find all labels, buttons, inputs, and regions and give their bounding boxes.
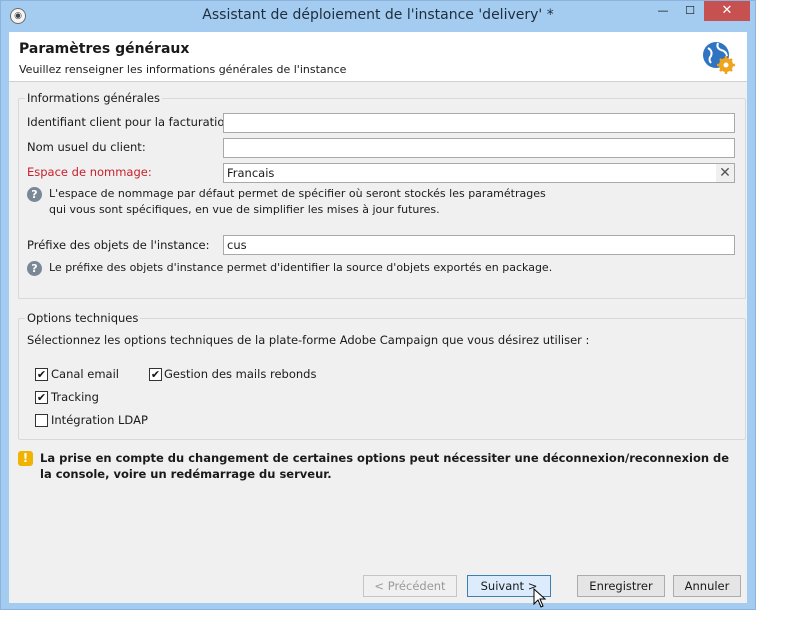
cancel-button[interactable]: Annuler [673,575,741,597]
app-icon: ◉ [10,8,26,24]
prefix-label: Préfixe des objets de l'instance: [27,238,210,252]
billing-id-input[interactable] [223,113,735,133]
billing-id-label: Identifiant client pour la facturation: [27,115,236,129]
namespace-label: Espace de nommage: [27,165,152,179]
close-button[interactable]: ✕ [704,1,750,21]
technical-options-intro: Sélectionnez les options techniques de l… [27,333,590,347]
warning-icon: ! [18,451,33,466]
page-subtitle: Veuillez renseigner les informations gén… [19,63,347,76]
canal-email-checkbox[interactable]: ✔ [35,368,48,381]
globe-gear-icon [703,42,735,74]
tracking-checkbox[interactable]: ✔ [35,391,48,404]
window-title: Assistant de déploiement de l'instance '… [202,7,554,23]
namespace-input[interactable] [223,163,735,183]
wizard-header: Paramètres généraux Veuillez renseigner … [9,32,747,82]
bounce-mails-checkbox[interactable]: ✔ [149,368,162,381]
wizard-window: ◉ Assistant de déploiement de l'instance… [0,0,756,610]
ldap-checkbox[interactable] [35,414,48,427]
maximize-button[interactable]: ☐ [677,1,703,21]
mouse-cursor-icon [533,588,547,608]
minimize-button[interactable]: — [650,1,676,21]
prefix-input[interactable] [223,235,735,255]
help-icon: ? [27,261,42,276]
customer-name-label: Nom usuel du client: [27,140,146,154]
prefix-help-text: Le préfixe des objets d'instance permet … [49,261,553,274]
previous-button[interactable]: < Précédent [363,575,457,597]
ldap-label[interactable]: Intégration LDAP [51,413,148,427]
tracking-label[interactable]: Tracking [51,390,99,404]
bounce-mails-label[interactable]: Gestion des mails rebonds [164,367,316,381]
technical-options-legend: Options techniques [27,311,139,325]
help-icon: ? [27,187,42,202]
namespace-help-line-2: qui vous sont spécifiques, en vue de sim… [49,203,440,216]
canal-email-label[interactable]: Canal email [51,367,119,381]
wizard-body: Paramètres généraux Veuillez renseigner … [9,32,747,603]
warning-message: La prise en compte du changement de cert… [40,451,730,481]
namespace-help-line-1: L'espace de nommage par défaut permet de… [49,187,546,200]
general-info-legend: Informations générales [27,91,160,105]
namespace-clear-icon[interactable]: ✕ [716,164,734,182]
customer-name-input[interactable] [223,138,735,158]
save-button[interactable]: Enregistrer [577,575,665,597]
title-bar[interactable]: ◉ Assistant de déploiement de l'instance… [1,1,755,31]
page-title: Paramètres généraux [19,41,190,57]
